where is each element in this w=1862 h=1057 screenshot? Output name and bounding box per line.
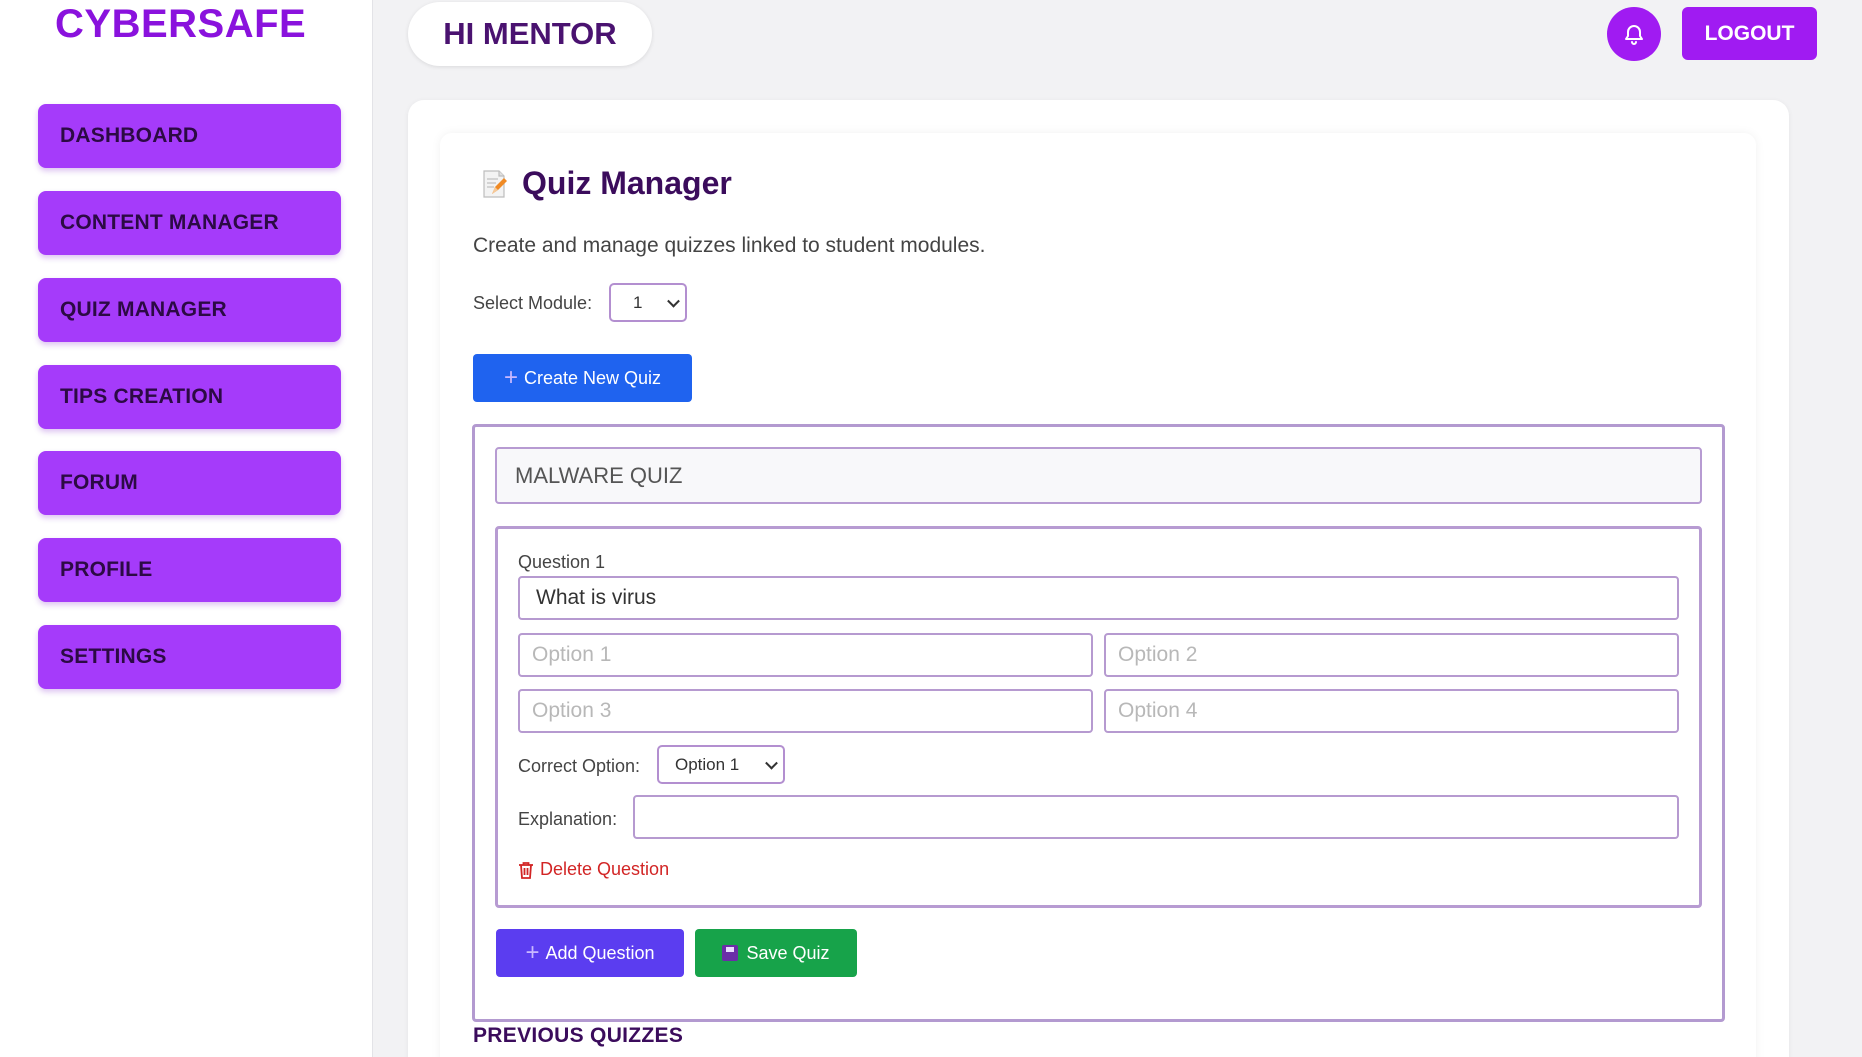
correct-option-label: Correct Option: bbox=[518, 756, 641, 776]
module-select[interactable]: 1 bbox=[609, 283, 687, 322]
quiz-title-input[interactable]: MALWARE QUIZ bbox=[495, 447, 1702, 504]
explanation-label: Explanation: bbox=[518, 809, 618, 829]
trash-icon bbox=[519, 861, 533, 879]
sidebar-item-profile[interactable]: PROFILE bbox=[38, 538, 341, 602]
floppy-disk-icon bbox=[722, 945, 739, 961]
page-title-row: Quiz Manager bbox=[478, 165, 732, 202]
page-subtitle: Create and manage quizzes linked to stud… bbox=[473, 234, 986, 257]
create-new-quiz-button[interactable]: + Create New Quiz bbox=[473, 354, 692, 402]
greeting-pill: HI MENTOR bbox=[408, 2, 652, 66]
sidebar-item-content-manager[interactable]: CONTENT MANAGER bbox=[38, 191, 341, 255]
save-quiz-label: Save Quiz bbox=[746, 942, 830, 963]
delete-question-button[interactable]: Delete Question bbox=[518, 859, 669, 880]
logout-button[interactable]: LOGOUT bbox=[1682, 7, 1817, 60]
module-select-value: 1 bbox=[633, 292, 643, 312]
add-question-label: Add Question bbox=[545, 942, 655, 963]
plus-icon: + bbox=[525, 939, 540, 966]
brand-logo: CYBERSAFE bbox=[55, 2, 307, 46]
save-quiz-button[interactable]: Save Quiz bbox=[695, 929, 857, 977]
sidebar-item-forum[interactable]: FORUM bbox=[38, 451, 341, 515]
option-1-input[interactable]: Option 1 bbox=[518, 633, 1093, 677]
option-3-input[interactable]: Option 3 bbox=[518, 689, 1093, 733]
correct-option-value: Option 1 bbox=[675, 754, 740, 774]
create-new-quiz-label: Create New Quiz bbox=[523, 367, 662, 388]
option-4-input[interactable]: Option 4 bbox=[1104, 689, 1679, 733]
previous-quizzes-heading: PREVIOUS QUIZZES bbox=[473, 1024, 684, 1047]
module-select-label: Select Module: bbox=[473, 293, 593, 313]
sidebar-item-label: CONTENT MANAGER bbox=[60, 211, 279, 234]
option-2-input[interactable]: Option 2 bbox=[1104, 633, 1679, 677]
bell-icon bbox=[1625, 25, 1643, 45]
greeting-text: HI MENTOR bbox=[443, 16, 617, 51]
chevron-down-icon bbox=[765, 756, 778, 770]
sidebar-item-label: PROFILE bbox=[60, 558, 153, 581]
sidebar: CYBERSAFE DASHBOARD CONTENT MANAGER QUIZ… bbox=[0, 0, 373, 1057]
sidebar-item-label: QUIZ MANAGER bbox=[60, 298, 227, 321]
correct-option-select[interactable]: Option 1 bbox=[657, 745, 785, 784]
sidebar-item-label: FORUM bbox=[60, 471, 138, 494]
sidebar-item-label: DASHBOARD bbox=[60, 124, 199, 147]
question-input[interactable]: What is virus bbox=[518, 576, 1679, 620]
sidebar-item-settings[interactable]: SETTINGS bbox=[38, 625, 341, 689]
memo-icon bbox=[483, 169, 507, 198]
sidebar-item-label: SETTINGS bbox=[60, 645, 167, 668]
sidebar-item-label: TIPS CREATION bbox=[60, 385, 224, 408]
page-title: Quiz Manager bbox=[522, 165, 732, 201]
add-question-button[interactable]: + Add Question bbox=[496, 929, 684, 977]
sidebar-item-quiz-manager[interactable]: QUIZ MANAGER bbox=[38, 278, 341, 342]
sidebar-item-dashboard[interactable]: DASHBOARD bbox=[38, 104, 341, 168]
explanation-input[interactable] bbox=[633, 795, 1679, 839]
delete-question-label: Delete Question bbox=[540, 859, 670, 879]
plus-icon: + bbox=[503, 364, 518, 391]
chevron-down-icon bbox=[667, 294, 680, 308]
question-label: Question 1 bbox=[518, 552, 606, 572]
notification-button[interactable] bbox=[1607, 7, 1661, 61]
sidebar-item-tips-creation[interactable]: TIPS CREATION bbox=[38, 365, 341, 429]
